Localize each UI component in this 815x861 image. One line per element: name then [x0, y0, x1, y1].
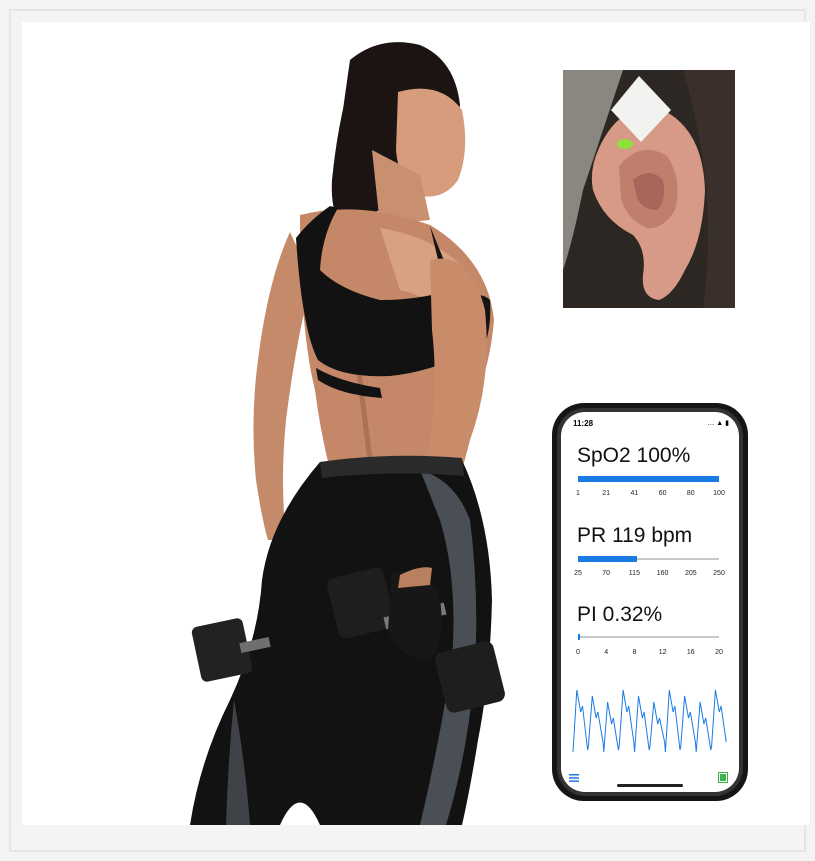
pr-bar [578, 556, 719, 562]
pr-tick-label: 160 [656, 570, 669, 577]
pi-label: PI 0.32% [577, 603, 663, 626]
pr-tick-label: 115 [628, 570, 640, 577]
menu-icon[interactable] [569, 774, 579, 782]
ear-sensor-photo [563, 70, 735, 308]
pr-ticks: 25 70 115 160 205 250 [573, 570, 727, 580]
home-indicator[interactable] [617, 784, 683, 787]
status-icons: … ▲ ▮ [707, 420, 729, 427]
pleth-waveform [572, 689, 727, 753]
spo2-fill [578, 476, 719, 482]
pi-tick-label: 20 [715, 649, 723, 656]
pr-label: PR 119 bpm [577, 524, 693, 547]
pi-tick-label: 0 [576, 649, 580, 656]
spo2-label: SpO2 100% [577, 444, 691, 467]
spo2-tick-label: 21 [602, 490, 611, 497]
pi-tick-label: 8 [632, 649, 637, 656]
pi-tick-label: 16 [686, 649, 695, 656]
pi-tick-label: 4 [604, 649, 609, 656]
pi-ticks: 0 4 8 12 16 20 [573, 649, 727, 659]
pr-tick-label: 250 [713, 570, 725, 577]
spo2-tick-label: 60 [658, 490, 667, 497]
spo2-tick-label: 100 [713, 490, 725, 497]
spo2-tick-label: 80 [686, 490, 695, 497]
pi-bar [578, 634, 719, 640]
spo2-bar [578, 476, 719, 482]
status-bar: 11:28 … ▲ ▮ [561, 418, 739, 432]
battery-icon [718, 772, 728, 783]
phone-screen: 11:28 … ▲ ▮ SpO2 100% 1 21 41 60 80 100 PR 11… [561, 412, 739, 792]
pr-tick-label: 205 [684, 570, 697, 577]
status-time: 11:28 [573, 419, 594, 428]
pi-fill [578, 634, 581, 640]
spo2-tick-label: 1 [576, 490, 580, 497]
spo2-tick-label: 41 [630, 490, 639, 497]
pr-tick-label: 70 [602, 570, 611, 577]
pr-fill [578, 556, 637, 562]
spo2-ticks: 1 21 41 60 80 100 [573, 490, 727, 500]
pi-tick-label: 12 [658, 649, 667, 656]
pr-tick-label: 25 [574, 570, 582, 577]
